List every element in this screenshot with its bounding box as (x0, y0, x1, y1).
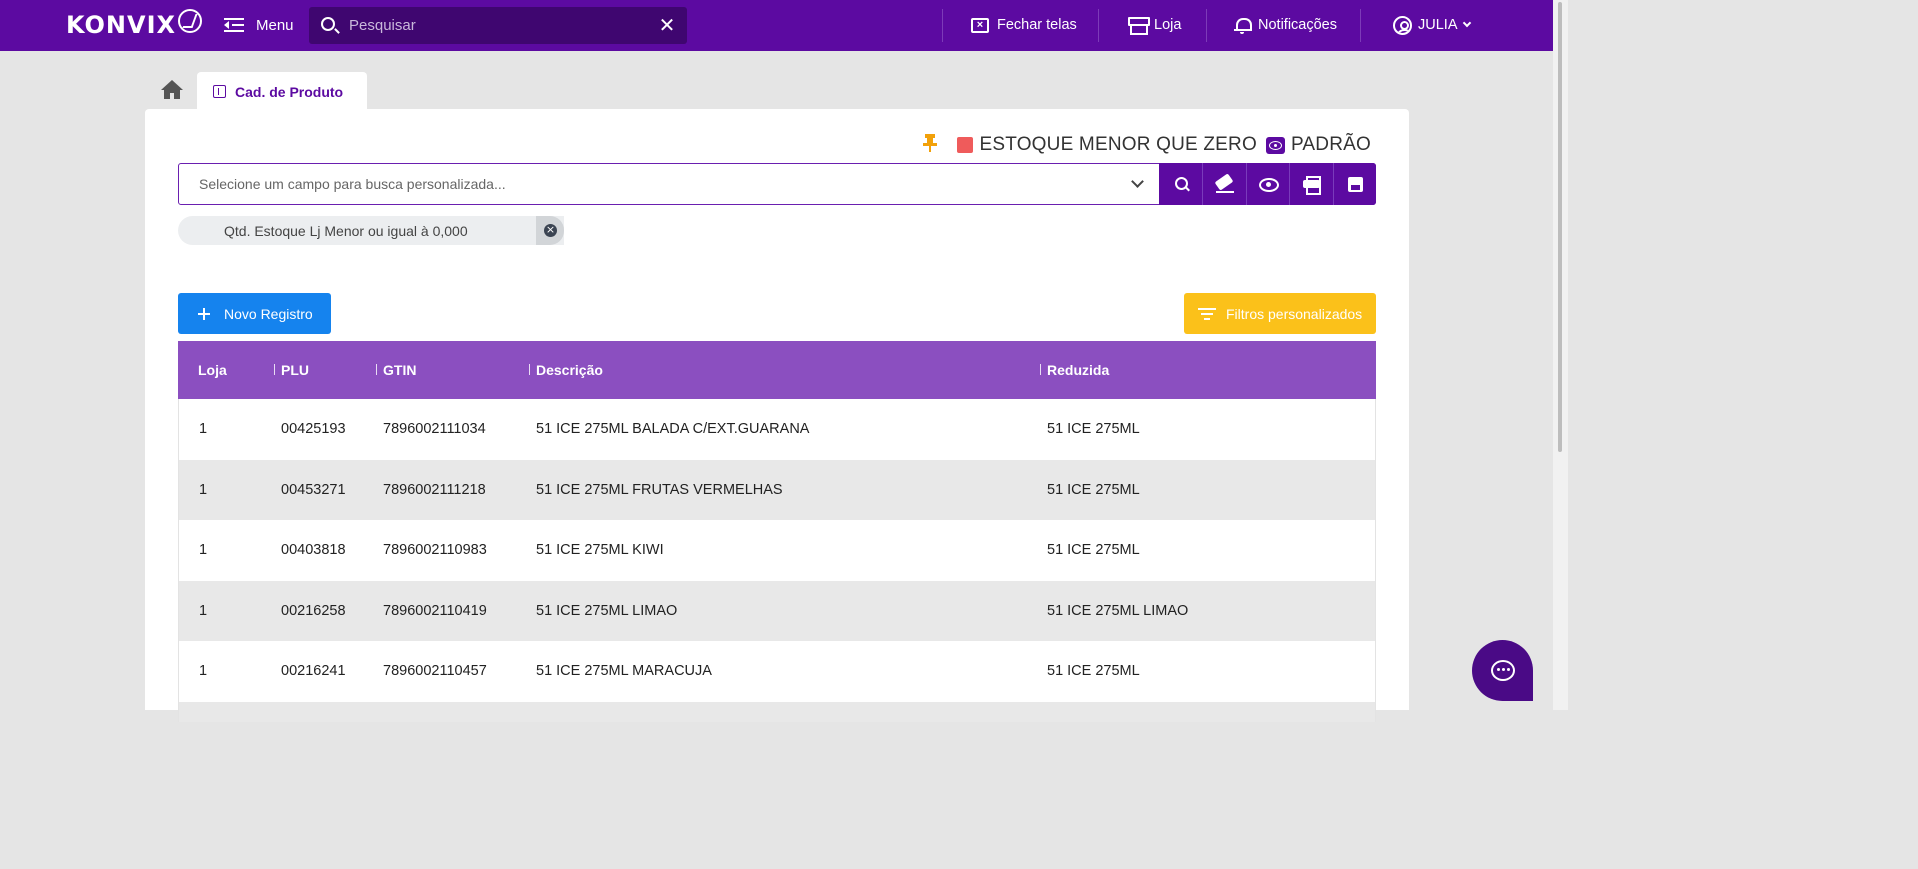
view-button[interactable] (1245, 162, 1290, 205)
nav-divider (1360, 9, 1361, 42)
cell-gtin: 7896002110983 (383, 542, 487, 558)
filter-color-swatch (957, 137, 974, 153)
cell-descricao: 51 ICE 275ML BALADA C/EXT.GUARANA (536, 421, 810, 437)
column-header-gtin[interactable]: GTIN (376, 341, 416, 399)
nav-divider (1098, 9, 1099, 42)
tab-product-registration[interactable]: Cad. de Produto (197, 72, 367, 111)
bell-icon (1234, 17, 1252, 34)
cell-plu: 00403818 (281, 542, 346, 558)
cell-loja: 1 (199, 481, 208, 498)
logo-check-icon (178, 9, 203, 33)
filter-chip: Qtd. Estoque Lj Menor ou igual à 0,000 (178, 216, 564, 245)
nav-divider (942, 9, 943, 42)
custom-search-select[interactable]: Selecione um campo para busca personaliz… (178, 162, 1376, 205)
chevron-down-icon[interactable] (1131, 175, 1144, 188)
page-scrollbar[interactable] (1553, 0, 1568, 710)
search-icon (321, 17, 335, 31)
column-header-reduzida[interactable]: Reduzida (1040, 341, 1109, 399)
save-button[interactable] (1332, 162, 1376, 205)
product-table: Loja PLU GTIN Descrição Reduzida 1 00425… (178, 341, 1376, 722)
store-label: Loja (1154, 17, 1182, 33)
table-row[interactable] (178, 701, 1376, 722)
store-button[interactable]: Loja (1128, 12, 1181, 38)
cell-gtin: 7896002111218 (383, 481, 486, 498)
cell-gtin: 7896002111034 (383, 421, 486, 437)
nav-divider (1206, 9, 1207, 42)
search-actions (1159, 162, 1376, 205)
cell-plu: 00453271 (281, 481, 346, 498)
konvix-logo[interactable]: KONVIX (66, 9, 203, 40)
global-search: ✕ (309, 7, 687, 44)
menu-label: Menu (256, 16, 294, 34)
tab-label: Cad. de Produto (235, 83, 344, 100)
plus-icon (198, 307, 210, 320)
main-card: ESTOQUE MENOR QUE ZERO PADRÃO Selecione … (145, 109, 1409, 722)
scrollbar-thumb[interactable] (1558, 2, 1562, 452)
cell-reduzida: 51 ICE 275ML (1047, 663, 1140, 679)
cell-loja: 1 (199, 542, 208, 558)
global-search-input[interactable] (349, 7, 649, 44)
table-row[interactable]: 1 00425193 7896002111034 51 ICE 275ML BA… (178, 399, 1376, 460)
cell-reduzida: 51 ICE 275ML (1047, 481, 1140, 498)
menu-icon (224, 17, 244, 33)
new-record-label: Novo Registro (224, 305, 313, 322)
cube-icon (213, 85, 226, 98)
filter-icon (1198, 307, 1216, 320)
close-window-icon: × (971, 17, 989, 33)
active-filter-status: ESTOQUE MENOR QUE ZERO PADRÃO (923, 133, 1371, 157)
notifications-label: Notificações (1258, 17, 1337, 33)
notifications-button[interactable]: Notificações (1234, 12, 1337, 38)
cell-gtin: 7896002110457 (383, 663, 487, 679)
table-header: Loja PLU GTIN Descrição Reduzida (178, 341, 1376, 399)
store-icon (1128, 17, 1150, 35)
cell-reduzida: 51 ICE 275ML (1047, 421, 1140, 437)
pin-icon[interactable] (923, 134, 938, 152)
cell-loja: 1 (199, 663, 208, 679)
close-screens-button[interactable]: × Fechar telas (971, 12, 1077, 38)
cell-descricao: 51 ICE 275ML LIMAO (536, 602, 678, 619)
search-button[interactable] (1159, 162, 1203, 205)
clear-search-icon[interactable]: ✕ (657, 15, 677, 35)
cell-gtin: 7896002110419 (383, 602, 487, 619)
print-button[interactable] (1289, 162, 1333, 205)
active-view-name: PADRÃO (1290, 134, 1371, 155)
user-icon (1393, 15, 1412, 35)
chevron-down-icon (1462, 18, 1471, 28)
table-row[interactable]: 1 00403818 7896002110983 51 ICE 275ML KI… (178, 520, 1376, 581)
close-screens-label: Fechar telas (997, 17, 1077, 33)
cell-loja: 1 (199, 602, 208, 619)
user-menu[interactable]: JULIA (1393, 12, 1471, 38)
cell-descricao: 51 ICE 275ML KIWI (536, 542, 664, 558)
cell-descricao: 51 ICE 275ML FRUTAS VERMELHAS (536, 481, 783, 498)
active-filter-name: ESTOQUE MENOR QUE ZERO (979, 134, 1257, 155)
column-header-plu[interactable]: PLU (274, 341, 309, 399)
user-name: JULIA (1418, 17, 1458, 33)
custom-search-placeholder: Selecione um campo para busca personaliz… (199, 176, 506, 192)
cell-plu: 00425193 (281, 421, 346, 437)
custom-filters-button[interactable]: Filtros personalizados (1184, 293, 1376, 334)
clear-filters-button[interactable] (1202, 162, 1246, 205)
table-row[interactable]: 1 00453271 7896002111218 51 ICE 275ML FR… (178, 459, 1376, 520)
new-record-button[interactable]: Novo Registro (178, 293, 331, 334)
table-body: 1 00425193 7896002111034 51 ICE 275ML BA… (178, 399, 1376, 722)
filter-chip-label: Qtd. Estoque Lj Menor ou igual à 0,000 (224, 222, 468, 239)
table-row[interactable]: 1 00216241 7896002110457 51 ICE 275ML MA… (178, 641, 1376, 702)
cell-plu: 00216258 (281, 602, 346, 619)
table-row[interactable]: 1 00216258 7896002110419 51 ICE 275ML LI… (178, 580, 1376, 641)
eye-icon (1265, 136, 1285, 154)
cell-descricao: 51 ICE 275ML MARACUJA (536, 663, 712, 679)
custom-filters-label: Filtros personalizados (1226, 305, 1363, 322)
top-bar: KONVIX Menu ✕ × Fechar telas Loja Notifi… (0, 0, 1568, 51)
cell-loja: 1 (199, 421, 208, 437)
chat-button[interactable] (1472, 640, 1533, 701)
logo-text: KONVIX (66, 11, 177, 39)
column-header-loja[interactable]: Loja (198, 341, 227, 399)
cell-plu: 00216241 (281, 663, 346, 679)
home-tab[interactable] (160, 80, 184, 102)
menu-button[interactable]: Menu (224, 12, 294, 38)
column-header-descricao[interactable]: Descrição (529, 341, 603, 399)
cell-reduzida: 51 ICE 275ML LIMAO (1047, 602, 1189, 619)
cell-reduzida: 51 ICE 275ML (1047, 542, 1140, 558)
remove-filter-icon[interactable] (536, 216, 564, 245)
